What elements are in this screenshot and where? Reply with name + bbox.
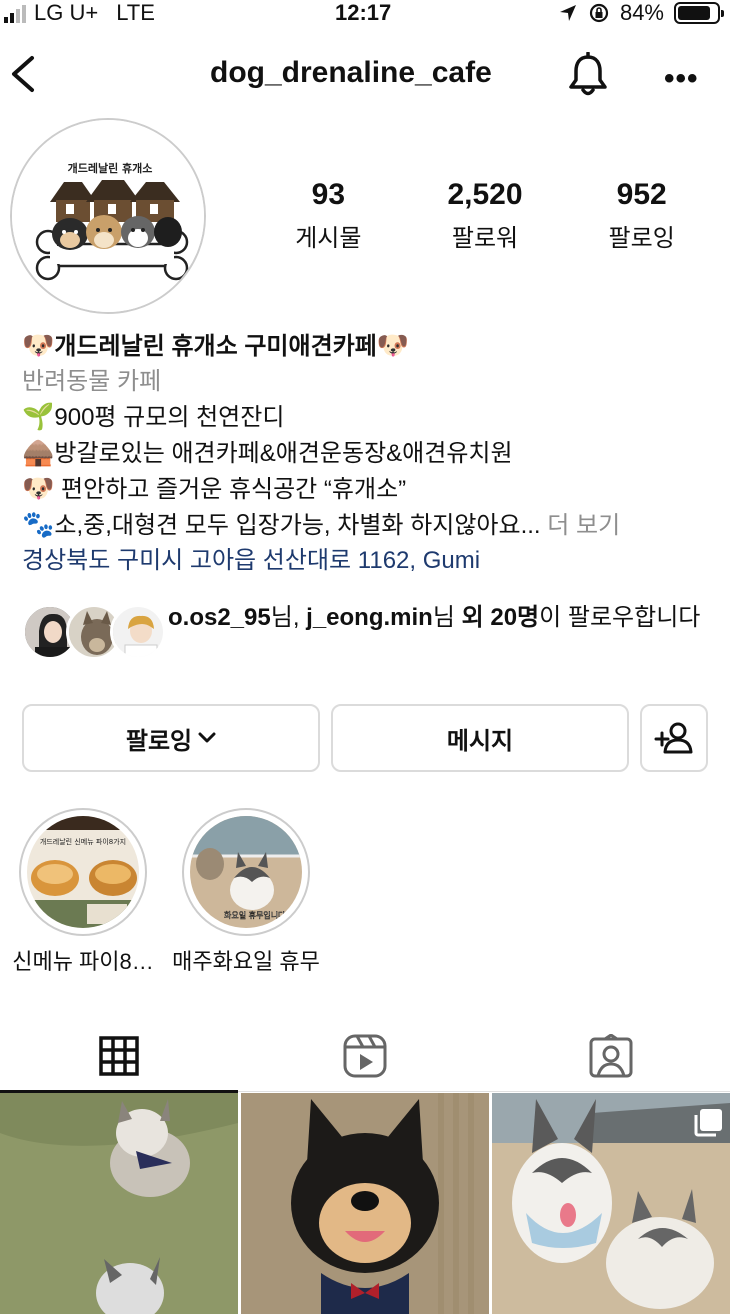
bell-icon[interactable] (566, 52, 610, 98)
posts-grid (0, 1093, 730, 1314)
location-icon (559, 5, 576, 21)
bio-name-line: 🐶개드레날린 휴개소 구미애견카페🐶 (22, 328, 712, 364)
dog-face-icon: 🐶 (22, 330, 55, 360)
profile-display-name: 개드레날린 휴개소 구미애견카페 (54, 333, 377, 360)
tab-tagged[interactable] (492, 1020, 730, 1092)
message-button-label: 메시지 (446, 727, 514, 755)
more-options-icon[interactable]: ••• (664, 62, 699, 96)
network-type: LTE (116, 0, 155, 25)
paw-prints-icon: 🐾 (22, 509, 55, 539)
highlight-label: 매주화요일 휴무 (172, 949, 320, 974)
bio-text: 편안하고 즐거운 휴식공간 “휴개소” (54, 476, 407, 503)
reels-icon (343, 1034, 387, 1078)
profile-username: dog_drenaline_cafe (210, 56, 492, 89)
clock: 12:17 (335, 0, 392, 25)
profile-avatar[interactable]: 개드레날린 휴개소 (10, 118, 206, 314)
seedling-icon: 🌱 (22, 401, 55, 431)
tab-reels[interactable] (245, 1020, 485, 1092)
stat-value: 2,520 (447, 178, 523, 211)
story-highlight[interactable]: 화요일 휴무입니다 매주화요일 휴무 (168, 808, 324, 976)
profile-category: 반려동물 카페 (22, 368, 162, 395)
profile-header: dog_drenaline_cafe ••• (0, 40, 730, 110)
bio-text: 방갈로있는 애견카페&애견운동장&애견유치원 (54, 440, 513, 467)
text: 님, (270, 604, 307, 631)
battery-icon (674, 2, 724, 24)
hut-icon: 🛖 (22, 437, 55, 467)
message-button[interactable]: 메시지 (331, 704, 629, 772)
post-thumbnail[interactable] (0, 1093, 238, 1314)
stat-following[interactable]: 952 팔로잉 (563, 178, 720, 253)
highlight-thumbnail: 개드레날린 신메뉴 파이8가지 (27, 816, 139, 928)
status-bar: LG U+ LTE 12:17 84% (0, 0, 730, 28)
carrier: LG U+ (34, 0, 99, 25)
chevron-down-icon (198, 732, 216, 743)
suggested-users-button[interactable] (640, 704, 708, 772)
bio-text: 900평 규모의 천연잔디 (54, 404, 285, 431)
tab-posts-grid[interactable] (0, 1020, 238, 1093)
see-more-link[interactable]: 더 보기 (541, 512, 620, 539)
story-highlight[interactable]: 개드레날린 신메뉴 파이8가지 신메뉴 파이8… (10, 808, 156, 976)
highlight-ring: 화요일 휴무입니다 (182, 808, 310, 936)
logo-text: 개드레날린 휴개소 (68, 161, 153, 175)
following-button-label: 팔로잉 (125, 727, 193, 755)
text: 님 (432, 604, 462, 631)
rotation-lock-icon (589, 3, 609, 23)
stat-posts[interactable]: 93 게시물 (250, 178, 407, 253)
avatar (110, 604, 166, 660)
profile-tabs (0, 1020, 730, 1093)
profile-bio: 🐶개드레날린 휴개소 구미애견카페🐶 반려동물 카페 🌱900평 규모의 천연잔… (22, 328, 712, 578)
bio-line: 🌱900평 규모의 천연잔디 (22, 399, 712, 435)
highlight-thumb-text: 개드레날린 신메뉴 파이8가지 (40, 837, 126, 846)
text: 이 팔로우합니다 (539, 604, 701, 631)
bio-line: 🐾소,중,대형견 모두 입장가능, 차별화 하지않아요... 더 보기 (22, 507, 712, 543)
stat-followers[interactable]: 2,520 팔로워 (407, 178, 564, 253)
following-button[interactable]: 팔로잉 (22, 704, 320, 772)
address-link[interactable]: 경상북도 구미시 고아읍 선산대로 1162, Gumi (22, 543, 712, 578)
bio-text: 소,중,대형견 모두 입장가능, 차별화 하지않아요... (54, 512, 541, 539)
stat-label: 게시물 (295, 225, 362, 252)
battery-percent: 84% (619, 0, 664, 25)
grid-icon (99, 1036, 139, 1076)
stat-value: 952 (616, 178, 667, 211)
highlight-thumb-text: 화요일 휴무입니다 (224, 910, 286, 920)
others-count[interactable]: 외 20명 (462, 604, 540, 631)
signal-icon (4, 3, 26, 23)
add-person-icon (654, 722, 693, 754)
multiple-posts-icon (694, 1109, 722, 1137)
dog-face-icon: 🐶 (22, 473, 55, 503)
mutual-follower-name[interactable]: o.os2_95 (168, 604, 271, 631)
mutual-follower-name[interactable]: j_eong.min (306, 604, 433, 631)
cafe-logo: 개드레날린 휴개소 (12, 120, 204, 312)
highlight-thumbnail: 화요일 휴무입니다 (190, 816, 302, 928)
dog-face-icon: 🐶 (376, 330, 410, 360)
highlight-ring: 개드레날린 신메뉴 파이8가지 (19, 808, 147, 936)
back-chevron-icon[interactable] (6, 54, 40, 94)
stat-label: 팔로워 (451, 225, 519, 252)
bio-line: 🛖방갈로있는 애견카페&애견운동장&애견유치원 (22, 435, 712, 471)
stat-label: 팔로잉 (608, 225, 675, 252)
post-thumbnail[interactable] (492, 1093, 730, 1314)
highlight-label: 신메뉴 파이8… (12, 949, 154, 974)
post-thumbnail[interactable] (241, 1093, 489, 1314)
mutual-followers-text: o.os2_95님, j_eong.min님 외 20명이 팔로우합니다 (168, 600, 718, 636)
profile-stats: 93 게시물 2,520 팔로워 952 팔로잉 (250, 178, 720, 253)
stat-value: 93 (311, 178, 346, 211)
tagged-person-icon (589, 1034, 633, 1078)
bio-line: 🐶 편안하고 즐거운 휴식공간 “휴개소” (22, 471, 712, 507)
